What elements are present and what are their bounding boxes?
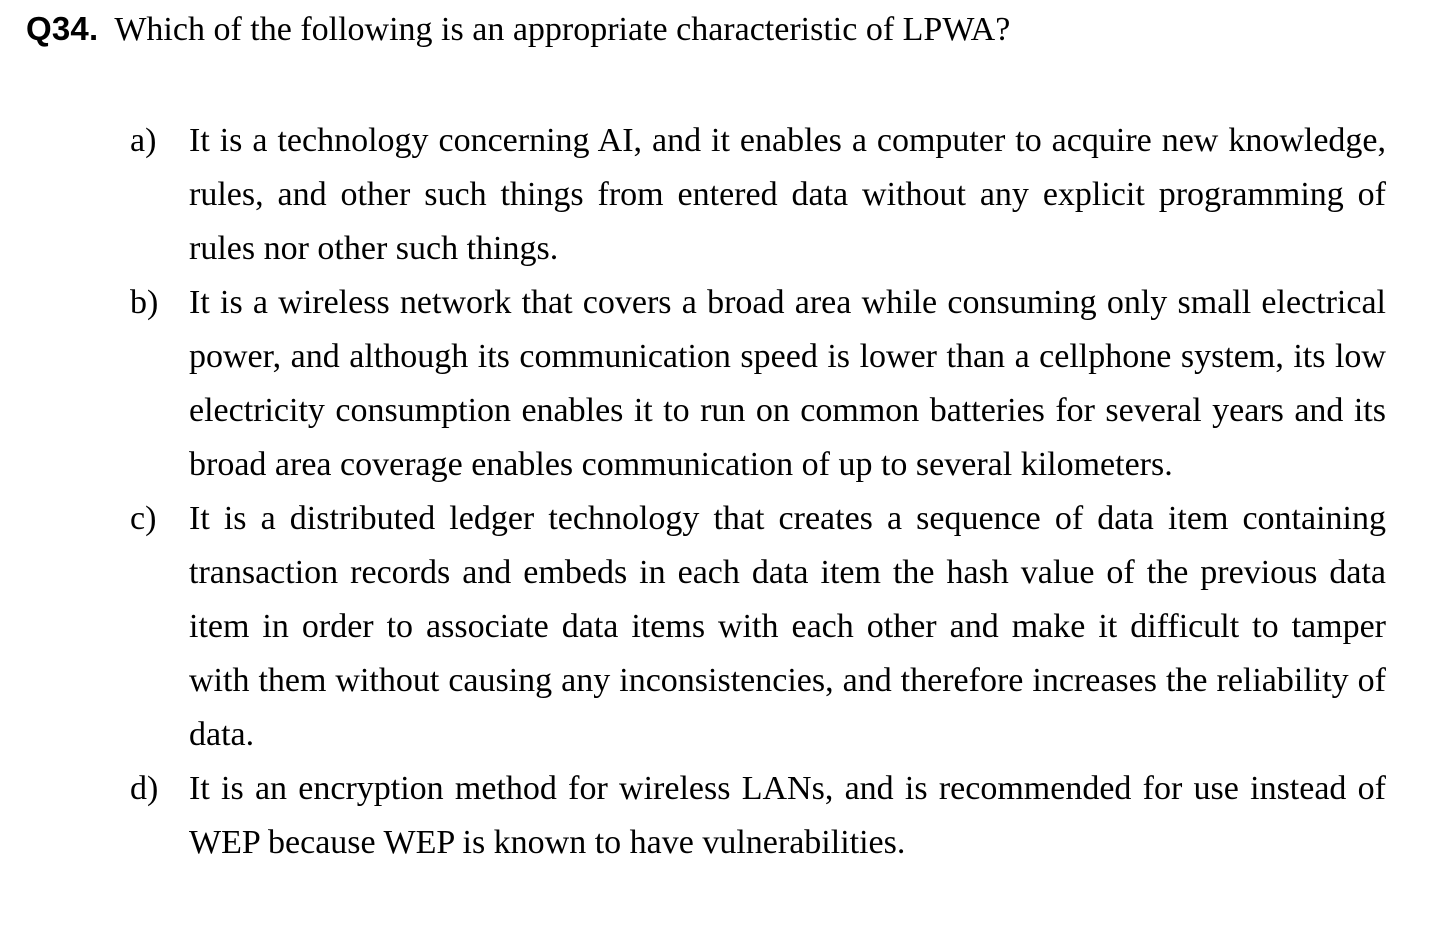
option-text: It is a distributed ledger technology th… — [189, 500, 1386, 753]
answer-option-a[interactable]: a) It is a technology concerning AI, and… — [130, 114, 1386, 276]
answer-option-d[interactable]: d) It is an encryption method for wirele… — [130, 762, 1386, 870]
option-letter: c) — [130, 500, 157, 537]
answer-option-c[interactable]: c) It is a distributed ledger technology… — [130, 492, 1386, 762]
answer-option-b[interactable]: b) It is a wireless network that covers … — [130, 276, 1386, 492]
question-text: Which of the following is an appropriate… — [114, 11, 1011, 48]
question-header: Q34. Which of the following is an appropr… — [26, 10, 1426, 49]
option-text: It is an encryption method for wireless … — [189, 770, 1386, 861]
answer-options-list: a) It is a technology concerning AI, and… — [130, 114, 1386, 870]
option-text: It is a technology concerning AI, and it… — [189, 122, 1386, 267]
option-text: It is a wireless network that covers a b… — [189, 284, 1386, 483]
question-number: Q34. — [26, 10, 99, 47]
option-letter: a) — [130, 122, 157, 159]
option-letter: d) — [130, 770, 159, 807]
option-letter: b) — [130, 284, 159, 321]
